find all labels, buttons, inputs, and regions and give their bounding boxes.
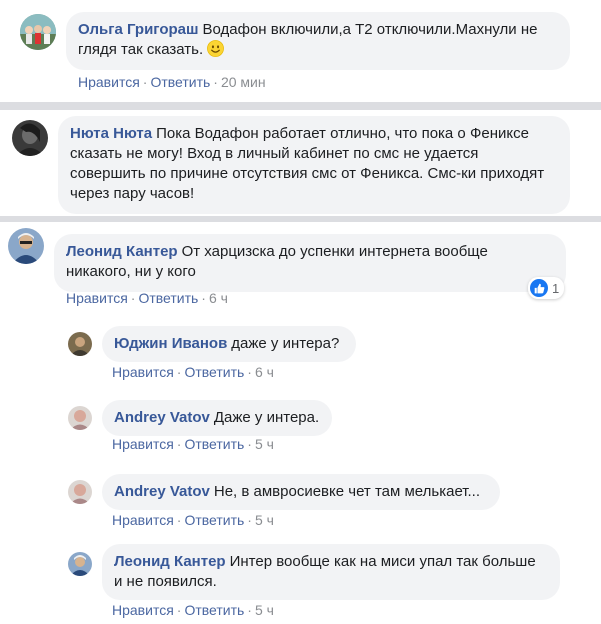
comment-section-2: Нюта Нюта Пока Водафон работает отлично, … <box>0 110 601 216</box>
reply-link[interactable]: Ответить <box>184 364 244 380</box>
reply-time[interactable]: 5 ч <box>255 512 274 528</box>
reply-text: даже у интера? <box>231 335 340 352</box>
separator-dot: · <box>176 364 182 380</box>
reaction-count: 1 <box>552 280 560 296</box>
separator-dot: · <box>247 512 252 528</box>
reply-text: Даже у интера. <box>213 409 320 426</box>
smile-emoji-icon <box>207 40 225 57</box>
user-photo-icon <box>68 332 92 356</box>
like-icon <box>530 279 548 297</box>
reply-text: Не, в амвросиевке чет там мелькает... <box>213 483 480 500</box>
comment-bubble: Ольга Григораш Водафон включили,а Т2 откл… <box>66 12 570 70</box>
user-photo-icon <box>8 228 44 264</box>
comment-author[interactable]: Леонид Кантер <box>66 243 178 260</box>
like-link[interactable]: Нравится <box>112 512 174 528</box>
reply-time[interactable]: 5 ч <box>255 602 274 618</box>
comment-time[interactable]: 20 мин <box>221 74 266 90</box>
comment-section-3: Леонид Кантер От харцизска до успенки инт… <box>0 222 601 624</box>
user-photo-icon <box>68 552 92 576</box>
separator-dot: · <box>176 436 182 452</box>
separator-dot: · <box>142 74 148 90</box>
avatar[interactable] <box>12 120 48 156</box>
like-link[interactable]: Нравится <box>66 290 128 306</box>
user-photo-icon <box>68 406 92 430</box>
comment-actions: Нравится · Ответить · 20 мин <box>78 74 266 90</box>
separator-dot: · <box>247 602 252 618</box>
reply-actions: Нравится · Ответить · 5 ч <box>112 602 274 618</box>
reply-actions: Нравится · Ответить · 5 ч <box>112 436 274 452</box>
reply-author[interactable]: Andrey Vatov <box>114 483 210 500</box>
reply-avatar[interactable] <box>68 332 92 356</box>
section-divider <box>0 102 601 110</box>
separator-dot: · <box>176 512 182 528</box>
comment-bubble: Нюта Нюта Пока Водафон работает отлично, … <box>58 116 570 214</box>
reply-link[interactable]: Ответить <box>150 74 210 90</box>
separator-dot: · <box>213 74 218 90</box>
separator-dot: · <box>130 290 136 306</box>
reply-bubble: Andrey Vatov Даже у интера. <box>102 400 332 436</box>
reply-bubble: Леонид Кантер Интер вообще как на миси уп… <box>102 544 560 600</box>
reply-link[interactable]: Ответить <box>184 436 244 452</box>
reply-avatar[interactable] <box>68 406 92 430</box>
avatar[interactable] <box>20 14 56 50</box>
group-photo-icon <box>20 14 56 50</box>
like-link[interactable]: Нравится <box>112 436 174 452</box>
reply-actions: Нравится · Ответить · 5 ч <box>112 512 274 528</box>
reaction-count-badge[interactable]: 1 <box>528 277 565 299</box>
comment-actions: Нравится · Ответить · 6 ч <box>66 290 228 306</box>
reply-author[interactable]: Юджин Иванов <box>114 335 227 352</box>
reply-avatar[interactable] <box>68 552 92 576</box>
separator-dot: · <box>247 436 252 452</box>
reply-author[interactable]: Леонид Кантер <box>114 553 226 570</box>
reply-bubble: Andrey Vatov Не, в амвросиевке чет там ме… <box>102 474 500 510</box>
reply-avatar[interactable] <box>68 480 92 504</box>
separator-dot: · <box>201 290 206 306</box>
reply-author[interactable]: Andrey Vatov <box>114 409 210 426</box>
comment-author[interactable]: Ольга Григораш <box>78 21 199 38</box>
comment-section-1: Ольга Григораш Водафон включили,а Т2 откл… <box>0 0 601 102</box>
comment-bubble: Леонид Кантер От харцизска до успенки инт… <box>54 234 566 292</box>
separator-dot: · <box>176 602 182 618</box>
user-photo-icon <box>68 480 92 504</box>
like-link[interactable]: Нравится <box>112 364 174 380</box>
reply-time[interactable]: 5 ч <box>255 436 274 452</box>
reply-actions: Нравится · Ответить · 6 ч <box>112 364 274 380</box>
user-photo-icon <box>12 120 48 156</box>
comment-author[interactable]: Нюта Нюта <box>70 125 152 142</box>
reply-time[interactable]: 6 ч <box>255 364 274 380</box>
reply-link[interactable]: Ответить <box>184 602 244 618</box>
like-link[interactable]: Нравится <box>112 602 174 618</box>
separator-dot: · <box>247 364 252 380</box>
like-link[interactable]: Нравится <box>78 74 140 90</box>
reply-bubble: Юджин Иванов даже у интера? <box>102 326 356 362</box>
reply-link[interactable]: Ответить <box>184 512 244 528</box>
avatar[interactable] <box>8 228 44 264</box>
comment-time[interactable]: 6 ч <box>209 290 228 306</box>
reply-link[interactable]: Ответить <box>138 290 198 306</box>
